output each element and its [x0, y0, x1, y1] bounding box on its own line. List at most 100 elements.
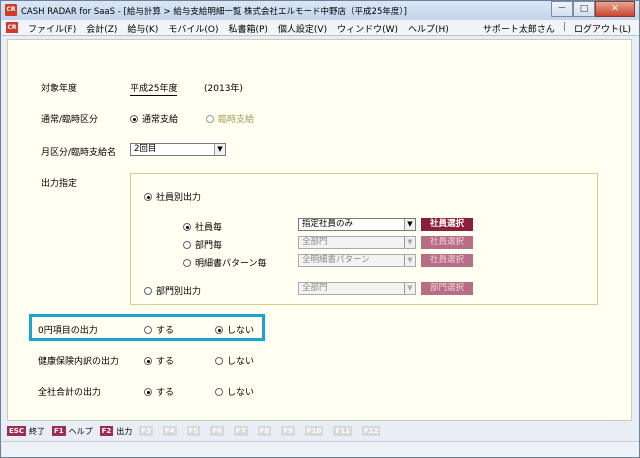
chevron-down-icon: ▼	[404, 255, 415, 266]
by-dept-select-value: 全部門	[302, 283, 328, 293]
chevron-down-icon: ▼	[404, 237, 415, 248]
per-employee-label: 社員毎	[195, 223, 223, 233]
chevron-down-icon[interactable]: ▼	[404, 219, 415, 230]
radio-selected-icon[interactable]	[130, 115, 138, 123]
app-window: CR CASH RADAR for SaaS - [給与計算 > 給与支給明細一…	[0, 0, 640, 458]
f4-key: F4	[162, 426, 177, 436]
window-controls: － □ ✕	[551, 1, 635, 18]
pattern-filter-select: 全明細書パターン ▼	[298, 254, 416, 267]
menu-separator: |	[562, 22, 566, 32]
by-dept-label: 部門別出力	[156, 287, 202, 297]
document-icon[interactable]: CR	[6, 22, 18, 33]
menu-help[interactable]: ヘルプ(H)	[408, 22, 449, 35]
by-employee-label: 社員別出力	[156, 193, 202, 203]
company-total-yes[interactable]: する	[144, 385, 174, 398]
pay-type-label: 通常/臨時区分	[41, 115, 99, 125]
company-total-label: 全社合計の出力	[38, 388, 102, 398]
maximize-button[interactable]: □	[573, 1, 595, 17]
health-breakdown-no-label: しない	[227, 357, 255, 367]
chevron-down-icon[interactable]: ▼	[214, 144, 225, 155]
chevron-down-icon: ▼	[404, 283, 415, 294]
health-breakdown-yes-label: する	[156, 357, 175, 367]
radio-selected-icon[interactable]	[144, 193, 152, 201]
f11-key: F11	[333, 426, 352, 436]
output-label: 出力指定	[41, 179, 78, 189]
select-employee-button[interactable]: 社員選択	[421, 218, 473, 231]
employee-filter-select[interactable]: 指定社員のみ ▼	[298, 218, 416, 231]
window-title: CASH RADAR for SaaS - [給与計算 > 給与支給明細一覧 株…	[21, 7, 407, 17]
per-employee-option[interactable]: 社員毎	[183, 220, 222, 233]
menu-accounting[interactable]: 会計(Z)	[86, 22, 117, 35]
company-total-no-label: しない	[227, 388, 255, 398]
f6-key: F6	[210, 426, 224, 436]
f10-key: F10	[304, 426, 324, 436]
by-dept-option[interactable]: 部門別出力	[144, 284, 201, 297]
radio-icon[interactable]	[144, 326, 152, 334]
dept-filter-value: 全部門	[302, 237, 328, 247]
menu-file[interactable]: ファイル(F)	[28, 22, 76, 35]
radio-icon[interactable]	[215, 357, 223, 365]
pay-type-regular[interactable]: 通常支給	[130, 112, 178, 125]
menu-mobile[interactable]: モバイル(O)	[168, 22, 218, 35]
pay-type-special[interactable]: 臨時支給	[206, 112, 254, 125]
app-logo-icon: CR	[5, 4, 17, 16]
menu-mailbox[interactable]: 私書箱(P)	[228, 22, 267, 35]
health-breakdown-yes[interactable]: する	[144, 354, 174, 367]
logout-link[interactable]: ログアウト(L)	[574, 22, 631, 35]
zero-items-no-label: しない	[227, 326, 255, 336]
year-western: (2013年)	[204, 84, 243, 94]
f1-label: ヘルプ	[68, 426, 93, 436]
radio-icon[interactable]	[206, 115, 214, 123]
function-key-bar: ESC 終了 F1 ヘルプ F2 出力 F3 F4 F5 F6 F7 F8 F9 F1…	[7, 424, 632, 438]
form-area: 対象年度 平成25年度 (2013年) 通常/臨時区分 通常支給 臨時支給 月区…	[7, 39, 632, 421]
radio-icon[interactable]	[144, 287, 152, 295]
select-employee-button-disabled: 社員選択	[421, 236, 473, 249]
menu-payroll[interactable]: 給与(K)	[127, 22, 158, 35]
radio-icon[interactable]	[183, 241, 191, 249]
by-employee-option[interactable]: 社員別出力	[144, 190, 201, 203]
per-dept-option[interactable]: 部門毎	[183, 238, 222, 251]
menu-personal-settings[interactable]: 個人設定(V)	[278, 22, 327, 35]
esc-label: 終了	[28, 426, 45, 436]
pay-type-special-label: 臨時支給	[218, 115, 255, 125]
title-bar: CR CASH RADAR for SaaS - [給与計算 > 給与支給明細一…	[1, 1, 639, 20]
select-employee-button-disabled-2: 社員選択	[421, 254, 473, 267]
zero-items-label: 0円項目の出力	[38, 326, 98, 336]
status-bar	[2, 441, 639, 457]
radio-selected-icon[interactable]	[215, 326, 223, 334]
year-label: 対象年度	[41, 84, 78, 94]
year-value[interactable]: 平成25年度	[130, 81, 178, 96]
menu-bar: CR ファイル(F) 会計(Z) 給与(K) モバイル(O) 私書箱(P) 個人…	[2, 20, 639, 36]
minimize-button[interactable]: －	[551, 1, 573, 17]
zero-items-no[interactable]: しない	[215, 323, 254, 336]
month-select-value: 2回目	[134, 144, 157, 154]
close-button[interactable]: ✕	[595, 1, 635, 17]
by-dept-select: 全部門 ▼	[298, 282, 416, 295]
pattern-filter-value: 全明細書パターン	[302, 255, 370, 265]
radio-icon[interactable]	[215, 388, 223, 396]
f2-key[interactable]: F2	[99, 426, 114, 436]
zero-items-yes[interactable]: する	[144, 323, 174, 336]
zero-items-yes-label: する	[156, 326, 175, 336]
user-name: サポート太郎さん	[482, 25, 555, 35]
radio-icon[interactable]	[183, 259, 191, 267]
f8-key: F8	[257, 426, 272, 436]
menu-window[interactable]: ウィンドウ(W)	[337, 22, 398, 35]
f2-label: 出力	[116, 426, 133, 436]
health-breakdown-no[interactable]: しない	[215, 354, 254, 367]
month-label: 月区分/臨時支給名	[41, 148, 117, 158]
f5-key: F5	[186, 426, 201, 436]
f12-key: F12	[361, 426, 381, 436]
company-total-yes-label: する	[156, 388, 175, 398]
radio-selected-icon[interactable]	[144, 357, 152, 365]
month-select[interactable]: 2回目 ▼	[130, 143, 226, 156]
dept-filter-select: 全部門 ▼	[298, 236, 416, 249]
radio-selected-icon[interactable]	[183, 223, 191, 231]
esc-key[interactable]: ESC	[7, 426, 26, 436]
per-pattern-option[interactable]: 明細書パターン毎	[183, 256, 267, 269]
employee-filter-value: 指定社員のみ	[302, 219, 354, 229]
f1-key[interactable]: F1	[51, 426, 66, 436]
company-total-no[interactable]: しない	[215, 385, 254, 398]
pay-type-regular-label: 通常支給	[142, 115, 179, 125]
radio-selected-icon[interactable]	[144, 388, 152, 396]
